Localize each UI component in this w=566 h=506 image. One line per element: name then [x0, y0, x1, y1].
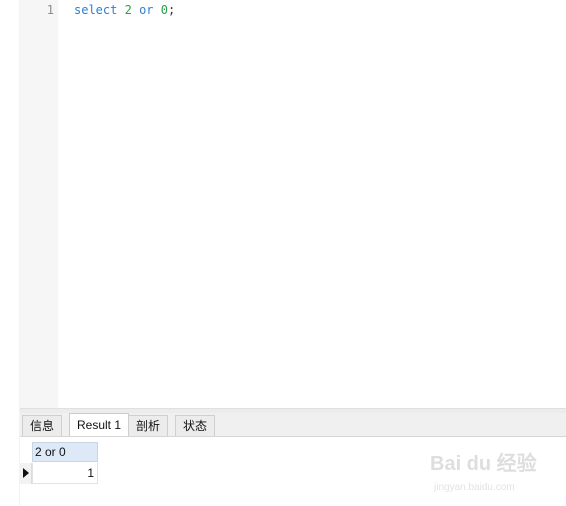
line-number: 1 [46, 3, 54, 17]
line-number-gutter: 1 [20, 0, 58, 408]
tab-result-1[interactable]: Result 1 [69, 413, 130, 436]
keyword-or: or [139, 3, 154, 17]
number-literal-2: 2 [124, 3, 132, 17]
keyword-select: select [74, 3, 118, 17]
tab-info[interactable]: 信息 [22, 415, 63, 436]
number-literal-0: 0 [160, 3, 168, 17]
left-margin [0, 0, 20, 506]
sql-editor[interactable]: 1 select 2 or 0; [20, 0, 566, 408]
tab-status[interactable]: 状态 [175, 415, 216, 436]
code-line[interactable]: select 2 or 0; [74, 3, 175, 18]
table-cell[interactable]: 1 [32, 463, 98, 484]
tab-profile[interactable]: 剖析 [128, 415, 169, 436]
column-header[interactable]: 2 or 0 [32, 442, 98, 462]
baidu-watermark-logo: Bai du 经验 jingyan.baidu.com [430, 451, 537, 493]
semicolon: ; [167, 3, 176, 17]
row-selector[interactable] [20, 463, 32, 484]
current-row-arrow-icon [23, 468, 29, 478]
result-tab-bar: 信息 Result 1 剖析 状态 [20, 413, 566, 437]
sql-client-window: 1 select 2 or 0; 信息 Result 1 剖析 状态 2 or … [0, 0, 566, 506]
watermark-brand: Bai du 经验 [430, 451, 537, 475]
watermark-url: jingyan.baidu.com [433, 482, 515, 493]
